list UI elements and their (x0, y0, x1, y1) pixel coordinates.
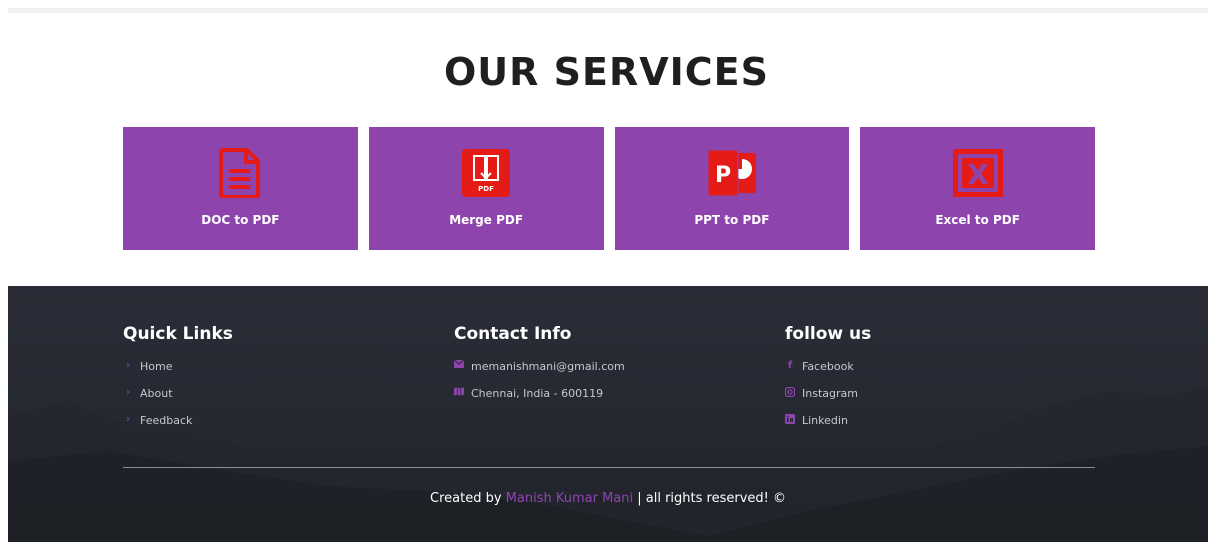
footer-divider (123, 467, 1095, 468)
contact-info-column: Contact Info memanishmani@gmail.com Chen… (454, 324, 625, 414)
follow-us-title: follow us (785, 324, 872, 344)
chevron-right-icon: › (126, 414, 130, 425)
facebook-icon: f (787, 360, 793, 371)
quick-links-title: Quick Links (123, 324, 233, 344)
top-shadow-bar (8, 8, 1208, 13)
linkedin-icon (785, 414, 795, 424)
social-links-list: f Facebook Instagram Linkedin (785, 360, 871, 441)
chevron-right-icon: › (126, 360, 130, 371)
contact-address: Chennai, India - 600119 (454, 387, 625, 414)
contact-info-list: memanishmani@gmail.com Chennai, India - … (454, 360, 625, 414)
social-link-label: Facebook (802, 360, 854, 373)
document-icon (214, 147, 266, 199)
service-label: Merge PDF (449, 213, 524, 227)
service-card-merge-pdf[interactable]: PDF Merge PDF (368, 127, 604, 250)
merge-pdf-icon: PDF (460, 147, 512, 199)
envelope-icon (454, 360, 464, 368)
services-title: OUR SERVICES (444, 50, 769, 94)
contact-email[interactable]: memanishmani@gmail.com (454, 360, 625, 387)
instagram-icon (785, 387, 795, 397)
quick-link-label: About (140, 387, 173, 400)
powerpoint-icon: P (706, 147, 758, 199)
merge-pdf-badge: PDF (478, 185, 494, 193)
services-grid: DOC to PDF PDF Merge PDF P PPT to PDF X … (123, 127, 1095, 250)
map-icon (454, 387, 464, 396)
quick-link-feedback[interactable]: › Feedback (123, 414, 233, 441)
quick-links-list: › Home › About › Feedback (123, 360, 233, 441)
site-footer: Quick Links › Home › About › Feedback Conta… (8, 286, 1208, 542)
credits-author-link[interactable]: Manish Kumar Mani (506, 491, 633, 506)
quick-link-about[interactable]: › About (123, 387, 233, 414)
service-card-doc-to-pdf[interactable]: DOC to PDF (123, 127, 358, 250)
social-link-label: Linkedin (802, 414, 848, 427)
service-card-excel-to-pdf[interactable]: X Excel to PDF (860, 127, 1095, 250)
follow-us-column: follow us f Facebook Instagram Linkedin (785, 324, 871, 441)
contact-address-text: Chennai, India - 600119 (471, 387, 604, 400)
credits-suffix: | all rights reserved! © (637, 491, 786, 506)
chevron-right-icon: › (126, 387, 130, 398)
service-label: PPT to PDF (694, 213, 770, 227)
social-link-facebook[interactable]: f Facebook (785, 360, 871, 387)
service-label: DOC to PDF (201, 213, 280, 227)
powerpoint-badge: P (715, 163, 731, 188)
credits-prefix: Created by (430, 491, 502, 506)
social-link-linkedin[interactable]: Linkedin (785, 414, 871, 441)
excel-icon: X (952, 147, 1004, 199)
social-link-label: Instagram (802, 387, 858, 400)
service-card-ppt-to-pdf[interactable]: P PPT to PDF (614, 127, 850, 250)
quick-link-label: Feedback (140, 414, 193, 427)
footer-credits: Created by Manish Kumar Mani | all right… (8, 491, 1208, 506)
contact-email-text: memanishmani@gmail.com (471, 360, 625, 373)
quick-link-home[interactable]: › Home (123, 360, 233, 387)
social-link-instagram[interactable]: Instagram (785, 387, 871, 414)
quick-links-column: Quick Links › Home › About › Feedback (123, 324, 233, 441)
contact-info-title: Contact Info (454, 324, 572, 344)
excel-badge: X (967, 158, 989, 191)
service-label: Excel to PDF (935, 213, 1020, 227)
quick-link-label: Home (140, 360, 173, 373)
